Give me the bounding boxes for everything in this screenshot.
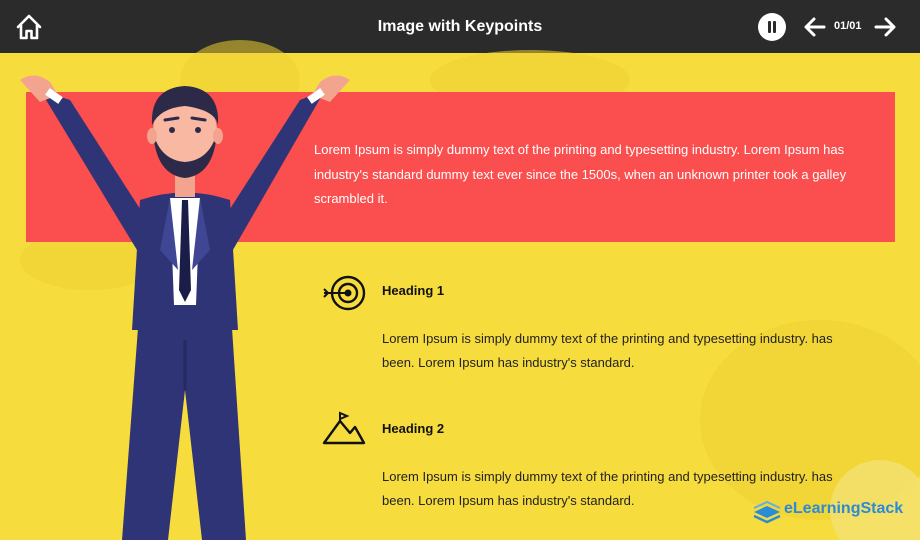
- target-icon: [323, 275, 366, 311]
- brand-logo: eLearningStack: [752, 496, 912, 524]
- keypoint-heading: Heading 2: [382, 421, 445, 436]
- top-bar: Image with Keypoints 01/01: [0, 0, 920, 53]
- businessman-illustration: [20, 75, 350, 540]
- brand-name: eLearningStack: [784, 500, 904, 517]
- next-arrow-icon[interactable]: [872, 14, 898, 40]
- keypoint-text: Lorem Ipsum is simply dummy text of the …: [382, 331, 833, 370]
- slide-counter: 01/01: [834, 20, 862, 32]
- banner-text: Lorem Ipsum is simply dummy text of the …: [314, 142, 847, 206]
- mountain-flag-icon: [322, 411, 366, 445]
- book-stack-icon: [753, 500, 781, 524]
- keypoint-heading: Heading 1: [382, 283, 445, 298]
- pause-button[interactable]: [758, 13, 786, 41]
- previous-arrow-icon[interactable]: [802, 14, 828, 40]
